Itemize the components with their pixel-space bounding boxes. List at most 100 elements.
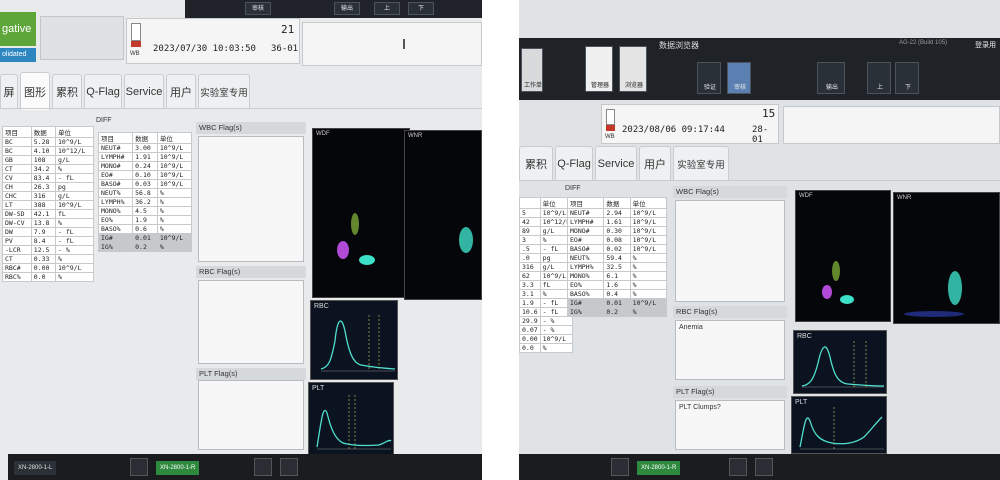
table-cell: % [156, 224, 193, 234]
up-button[interactable]: 上 [374, 2, 400, 15]
table-cell: 10^9/L [156, 170, 193, 180]
tab-cumulative[interactable]: 累积 [519, 146, 553, 180]
table-cell: 0.24 [132, 161, 158, 171]
up-button[interactable]: 上 [867, 62, 891, 94]
analyzer-r[interactable]: XN-2800-1-R [637, 461, 681, 475]
table-row: CT 0.33% [2, 254, 94, 264]
plt-flag-header: PLT Flag(s) [673, 386, 787, 398]
wdf-scattergram: WDF [795, 190, 891, 322]
main-results-table: 项目 数据 单位 BC 5.28 10^9/L BC 4.10 10^12/L GB 108 g/L C… [2, 126, 94, 282]
table-cell: BASO# [97, 179, 134, 189]
table-cell: DW-CV [2, 218, 32, 228]
output-button[interactable]: 输出 [334, 2, 360, 15]
tab-cumulative[interactable]: 累积 [52, 74, 82, 108]
table-cell: % [629, 262, 668, 272]
verify-button[interactable]: 审核 [245, 2, 271, 15]
table-cell: 316 [30, 191, 57, 201]
table-cell: CT [2, 254, 32, 264]
table-row: RBC# 0.00 10^9/L [2, 263, 94, 273]
analyzer-r-tube-icon [280, 458, 298, 476]
table-cell: 0.01 [603, 298, 631, 308]
table-cell: NEUT# [97, 143, 134, 153]
printer-icon[interactable] [729, 458, 747, 476]
login-user[interactable]: 登录用 [975, 40, 996, 50]
table-cell: 10^9/L [55, 137, 94, 147]
table-row: 42 10^12/L [519, 217, 574, 227]
tab-service[interactable]: Service [124, 74, 164, 108]
output-button[interactable]: 输出 [817, 62, 845, 94]
analyzer-r[interactable]: XN-2800-1-R [156, 461, 200, 475]
down-button[interactable]: 下 [408, 2, 434, 15]
table-cell: % [156, 215, 193, 225]
table-cell: IG# [566, 298, 605, 308]
tab-qflag[interactable]: Q-Flag [555, 146, 593, 180]
tab-lab-only[interactable]: 实验室专用 [198, 74, 250, 108]
printer-icon[interactable] [254, 458, 272, 476]
validate-button[interactable]: 验证 [697, 62, 721, 94]
patient-info [302, 22, 482, 66]
bottom-status-bar: XN-2800-1-L XN-2800-1-R [8, 454, 482, 480]
table-cell: NEUT# [566, 208, 605, 218]
verify-button[interactable]: 审核 [727, 62, 751, 94]
analyzer-r-tube-icon [755, 458, 773, 476]
table-row: MONO% 4.5% [97, 206, 193, 216]
table-cell: % [55, 164, 94, 174]
tube-cap-icon [131, 41, 141, 47]
worksheet-button[interactable]: 工作单 [521, 48, 543, 92]
table-cell: pg [55, 182, 94, 192]
table-cell: RBC# [2, 263, 32, 273]
plt-histogram: PLT [308, 382, 394, 456]
table-cell: .0 [519, 253, 541, 263]
tab-graph[interactable]: 图形 [20, 72, 50, 110]
column-header: 单位 [156, 132, 193, 144]
table-row: RBC% 0.0% [2, 272, 94, 282]
wbc-flag-header: WBC Flag(s) [673, 186, 787, 198]
table-row: BC 5.28 10^9/L [2, 137, 94, 147]
table-cell: - % [539, 325, 574, 335]
rbc-histogram: RBC [793, 330, 887, 394]
left-screen-photo: 审核 输出 上 下 gative olidated WB 21 2023/07/… [0, 0, 482, 480]
rbc-flag-header: RBC Flag(s) [673, 306, 787, 318]
table-cell: 6.1 [603, 271, 631, 281]
rbc-flag-box: Anemia [675, 320, 785, 380]
wdf-label: WDF [799, 193, 813, 199]
rbc-flag-header: RBC Flag(s) [196, 266, 306, 278]
table-cell: 3.1 [519, 289, 541, 299]
tab-qflag[interactable]: Q-Flag [84, 74, 122, 108]
table-cell: 0.03 [132, 179, 158, 189]
table-row: CH 26.3 pg [2, 182, 94, 192]
table-cell: 3 [519, 235, 541, 245]
table-row: 5 10^9/L [519, 208, 574, 218]
tube-icon [131, 23, 141, 41]
table-row: EO% 1.6% [566, 280, 668, 290]
table-cell: 5 [519, 208, 541, 218]
table-cell: % [55, 254, 94, 264]
table-row: 89 g/L [519, 226, 574, 236]
tab-screen[interactable]: 屏 [0, 74, 18, 108]
tab-service[interactable]: Service [595, 146, 637, 180]
table-cell: 7.9 [30, 227, 57, 237]
table-cell: CH [2, 182, 32, 192]
right-screen-photo: 工作单 管理器 浏览器 数据浏览器 AG-22 (Build 105) 登录用 … [519, 0, 1000, 480]
table-cell: 32.5 [603, 262, 631, 272]
table-cell: - fL [55, 173, 94, 183]
manager-button[interactable]: 管理器 [585, 46, 613, 92]
table-cell: - % [539, 316, 574, 326]
table-row: CV 83.4- fL [2, 173, 94, 183]
table-cell: 12.5 [30, 245, 57, 255]
down-button[interactable]: 下 [895, 62, 919, 94]
table-cell: - fL [55, 236, 94, 246]
tab-user[interactable]: 用户 [639, 146, 671, 180]
table-row: .5- fL [519, 244, 574, 254]
table-row: NEUT# 3.00 10^9/L [97, 143, 193, 153]
browser-button[interactable]: 浏览器 [619, 46, 647, 92]
tab-user[interactable]: 用户 [166, 74, 196, 108]
table-cell: 29.9 [519, 316, 541, 326]
plt-flag-header: PLT Flag(s) [196, 368, 306, 380]
table-row: CT 34.2% [2, 164, 94, 174]
tab-lab-only[interactable]: 实验室专用 [673, 146, 729, 180]
table-row: 29.9- % [519, 316, 574, 326]
analyzer-l[interactable]: XN-2800-1-L [14, 461, 57, 475]
table-cell: 10^9/L [629, 244, 668, 254]
table-cell: 10^9/L [156, 152, 193, 162]
